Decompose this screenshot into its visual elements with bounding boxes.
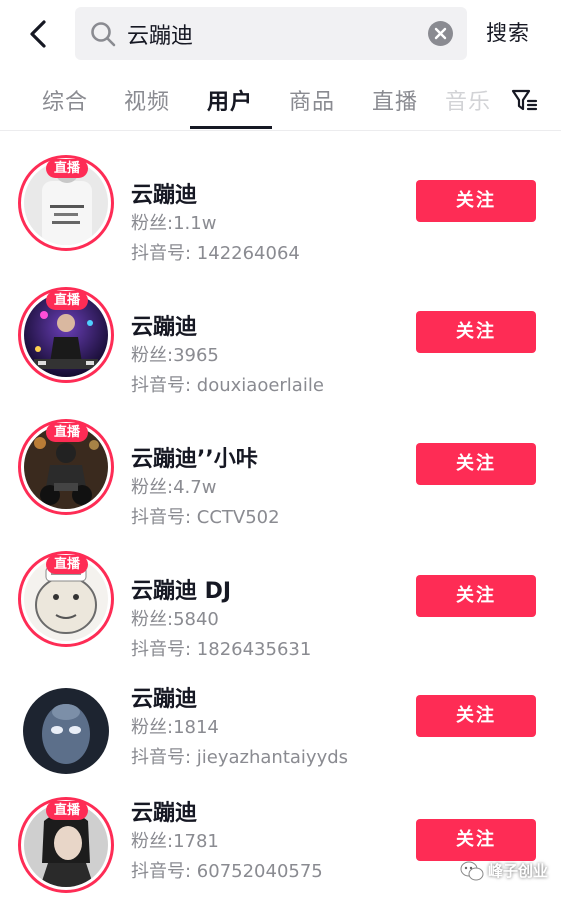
live-badge: 直播 bbox=[46, 159, 88, 178]
live-badge: 直播 bbox=[46, 423, 88, 442]
search-tabs: 综合 视频 用户 商品 直播 音乐 bbox=[0, 68, 561, 131]
search-box[interactable] bbox=[75, 7, 467, 60]
follow-button[interactable]: 关注 bbox=[416, 180, 536, 222]
tab-users[interactable]: 用户 bbox=[198, 84, 262, 116]
watermark-text: 峰子创业 bbox=[488, 862, 549, 880]
user-name[interactable]: 云蹦迪 bbox=[131, 309, 197, 341]
douyin-id: 抖音号: 142264064 bbox=[131, 243, 300, 264]
avatar-image bbox=[23, 688, 109, 774]
live-badge: 直播 bbox=[46, 801, 88, 820]
douyin-id: 抖音号: 60752040575 bbox=[131, 861, 323, 882]
user-name[interactable]: 云蹦迪’’小咔 bbox=[131, 441, 258, 473]
fans-count: 粉丝:3965 bbox=[131, 345, 219, 366]
tab-products[interactable]: 商品 bbox=[280, 84, 344, 116]
user-name[interactable]: 云蹦迪 bbox=[131, 795, 197, 827]
user-list-item[interactable]: 直播 云蹦迪’’小咔 粉丝:4.7w 抖音号: CCTV502 关注 bbox=[0, 417, 561, 537]
live-badge: 直播 bbox=[46, 291, 88, 310]
search-input[interactable] bbox=[127, 15, 407, 52]
user-name[interactable]: 云蹦迪 DJ bbox=[131, 573, 231, 605]
user-list-item[interactable]: 直播 云蹦迪 DJ 粉丝:5840 抖音号: 1826435631 关注 bbox=[0, 549, 561, 669]
avatar-live[interactable]: 直播 bbox=[18, 797, 114, 893]
follow-button[interactable]: 关注 bbox=[416, 695, 536, 737]
douyin-id: 抖音号: jieyazhantaiyyds bbox=[131, 747, 349, 768]
user-list-item[interactable]: 直播 云蹦迪 粉丝:1781 抖音号: 60752040575 关注 bbox=[0, 795, 561, 915]
search-button[interactable]: 搜索 bbox=[486, 17, 530, 47]
filter-icon[interactable] bbox=[510, 87, 538, 113]
user-list-item[interactable]: 直播 云蹦迪 粉丝:3965 抖音号: douxiaoerlaile 关注 bbox=[0, 285, 561, 405]
douyin-id: 抖音号: CCTV502 bbox=[131, 507, 280, 528]
close-icon bbox=[434, 27, 447, 40]
fans-count: 粉丝:1.1w bbox=[131, 213, 217, 234]
back-arrow-icon[interactable] bbox=[22, 16, 54, 52]
search-icon bbox=[91, 22, 116, 47]
avatar[interactable] bbox=[18, 683, 114, 779]
user-list-item[interactable]: 云蹦迪 粉丝:1814 抖音号: jieyazhantaiyyds 关注 bbox=[0, 681, 561, 801]
user-list-item[interactable]: 直播 云蹦迪 粉丝:1.1w 抖音号: 142264064 关注 bbox=[0, 153, 561, 273]
avatar-live[interactable]: 直播 bbox=[18, 287, 114, 383]
tab-music[interactable]: 音乐 bbox=[445, 84, 495, 116]
user-name[interactable]: 云蹦迪 bbox=[131, 681, 197, 713]
live-badge: 直播 bbox=[46, 555, 88, 574]
avatar-live[interactable]: 直播 bbox=[18, 419, 114, 515]
avatar-live[interactable]: 直播 bbox=[18, 155, 114, 251]
follow-button[interactable]: 关注 bbox=[416, 575, 536, 617]
fans-count: 粉丝:5840 bbox=[131, 609, 219, 630]
top-bar: 搜索 bbox=[0, 0, 561, 68]
tab-comprehensive[interactable]: 综合 bbox=[33, 84, 97, 116]
clear-search-button[interactable] bbox=[428, 21, 453, 46]
fans-count: 粉丝:1814 bbox=[131, 717, 219, 738]
douyin-id: 抖音号: 1826435631 bbox=[131, 639, 312, 660]
tab-video[interactable]: 视频 bbox=[115, 84, 179, 116]
douyin-id: 抖音号: douxiaoerlaile bbox=[131, 375, 324, 396]
follow-button[interactable]: 关注 bbox=[416, 311, 536, 353]
watermark: 峰子创业 bbox=[460, 856, 560, 886]
follow-button[interactable]: 关注 bbox=[416, 819, 536, 861]
fans-count: 粉丝:4.7w bbox=[131, 477, 217, 498]
user-name[interactable]: 云蹦迪 bbox=[131, 177, 197, 209]
wechat-icon bbox=[460, 861, 484, 881]
tab-live[interactable]: 直播 bbox=[363, 84, 427, 116]
active-tab-indicator bbox=[190, 126, 272, 129]
avatar-live[interactable]: 直播 bbox=[18, 551, 114, 647]
follow-button[interactable]: 关注 bbox=[416, 443, 536, 485]
fans-count: 粉丝:1781 bbox=[131, 831, 219, 852]
